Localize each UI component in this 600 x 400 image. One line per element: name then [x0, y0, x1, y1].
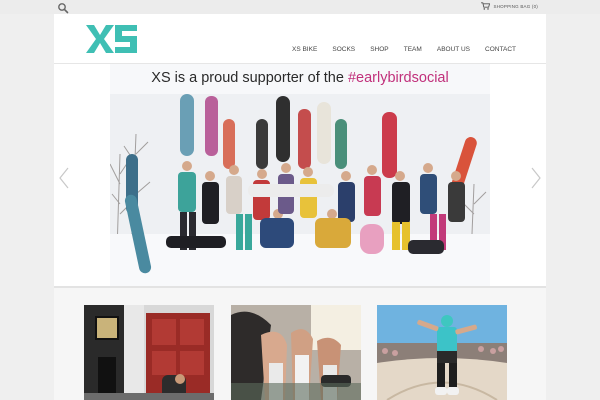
storefront-photo [84, 305, 214, 400]
xs-logo-mark [86, 25, 137, 53]
nav-team[interactable]: TEAM [404, 46, 422, 53]
thumbnail-grid [54, 288, 546, 400]
search-button[interactable] [57, 1, 69, 14]
cart-icon [480, 2, 490, 10]
hero-caption-hashtag[interactable]: #earlybirdsocial [348, 70, 449, 86]
hero-slider: XS is a proud supporter of the #earlybir… [54, 64, 546, 286]
nav-xs-bike[interactable]: XS BIKE [292, 46, 317, 53]
nav-contact[interactable]: CONTACT [485, 46, 516, 53]
hero-caption-text: XS is a proud supporter of the [151, 70, 348, 86]
top-bar: SHOPPING BAG (0) [0, 0, 600, 14]
hero-caption: XS is a proud supporter of the #earlybir… [110, 70, 490, 86]
nav-socks[interactable]: SOCKS [332, 46, 355, 53]
thumb-storefront[interactable] [84, 305, 214, 400]
shopping-bag-link[interactable]: SHOPPING BAG (0) [480, 2, 538, 10]
nav-about-us[interactable]: ABOUT US [437, 46, 470, 53]
xs-logo[interactable] [84, 23, 139, 55]
skater-photo [377, 305, 507, 400]
chevron-left-icon [59, 167, 69, 189]
search-icon [58, 3, 69, 14]
shopping-bag-label: SHOPPING BAG (0) [493, 3, 538, 9]
thumb-legs-socks[interactable] [231, 305, 361, 400]
chevron-right-icon [531, 167, 541, 189]
slider-next-button[interactable] [530, 167, 542, 189]
hero-photo-snowboarders [110, 64, 490, 286]
main-nav: XS BIKE SOCKS SHOP TEAM ABOUT US CONTACT [292, 46, 516, 53]
legs-socks-photo [231, 305, 361, 400]
page-container: XS BIKE SOCKS SHOP TEAM ABOUT US CONTACT [54, 14, 546, 400]
slider-prev-button[interactable] [58, 167, 70, 189]
nav-shop[interactable]: SHOP [370, 46, 388, 53]
thumb-skater[interactable] [377, 305, 507, 400]
hero-slide[interactable]: XS is a proud supporter of the #earlybir… [110, 64, 490, 286]
